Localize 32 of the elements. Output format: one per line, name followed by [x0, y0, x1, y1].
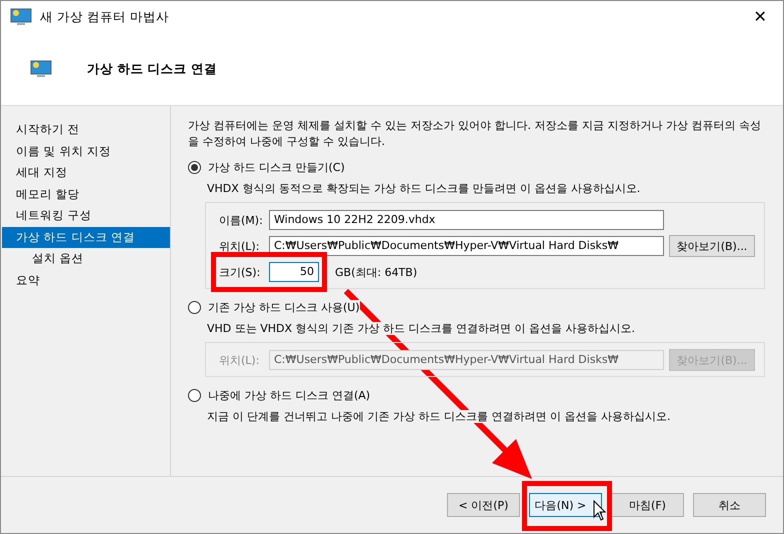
sidebar-item[interactable]: 메모리 할당 [2, 184, 170, 205]
name-field[interactable]: Windows 10 22H2 2209.vhdx [269, 210, 664, 230]
monitor-icon [10, 8, 32, 26]
radio-button[interactable] [188, 388, 201, 402]
window-title: 새 가상 컴퓨터 마법사 [40, 8, 169, 26]
size-limit: GB(최대: 64TB) [335, 264, 418, 280]
sidebar-item[interactable]: 요약 [2, 270, 170, 291]
sidebar-item[interactable]: 네트워킹 구성 [2, 205, 170, 226]
radio-button[interactable] [188, 160, 201, 174]
wizard-button[interactable]: < 이전(P) [447, 493, 520, 517]
field-label: 이름(M): [219, 212, 265, 228]
radio-label[interactable]: 나중에 가상 하드 디스크 연결(A) [208, 388, 370, 402]
page-title: 가상 하드 디스크 연결 [87, 60, 218, 78]
sidebar-item[interactable]: 세대 지정 [2, 162, 170, 184]
browse-button[interactable]: 찾아보기(B)... [669, 235, 755, 257]
radio-label[interactable]: 가상 하드 디스크 만들기(C) [208, 160, 345, 174]
location-field[interactable]: C:₩Users₩Public₩Documents₩Hyper-V₩Virtual Hard Disks₩ [269, 236, 664, 256]
wizard-button[interactable]: 취소 [693, 493, 766, 517]
option-description: VHDX 형식의 동적으로 확장되는 가상 하드 디스크를 만들려면 이 옵션을 사용하십시오. [207, 182, 640, 195]
size-field[interactable]: 50 [269, 262, 319, 282]
option-description: 지금 이 단계를 건너뛰고 나중에 기존 가상 하드 디스크를 연결하려면 이 옵션을 사용하십시오. [207, 410, 670, 423]
cursor-icon [593, 500, 606, 521]
sidebar-item[interactable]: 이름 및 위치 지정 [2, 140, 170, 162]
sidebar-item[interactable]: 설치 옵션 [2, 248, 170, 270]
intro-text: 가상 컴퓨터에는 운영 체제를 설치할 수 있는 저장소가 있어야 합니다. 저장소를 지금 지정하거나 가상 컴퓨터의 속성을 수정하여 나중에 구성할 수 있습니다. [188, 118, 762, 150]
sidebar-item[interactable]: 가상 하드 디스크 연결 [2, 226, 170, 248]
wizard-button[interactable]: 마침(F) [611, 493, 684, 517]
monitor-icon [30, 60, 52, 78]
option-description: VHD 또는 VHDX 형식의 기존 가상 하드 디스크를 연결하려면 이 옵션을 사용하십시오. [207, 322, 636, 335]
wizard-button[interactable]: 다음(N) > [529, 493, 602, 517]
sidebar-item[interactable]: 시작하기 전 [2, 119, 170, 140]
close-button[interactable]: ✕ [737, 1, 783, 33]
